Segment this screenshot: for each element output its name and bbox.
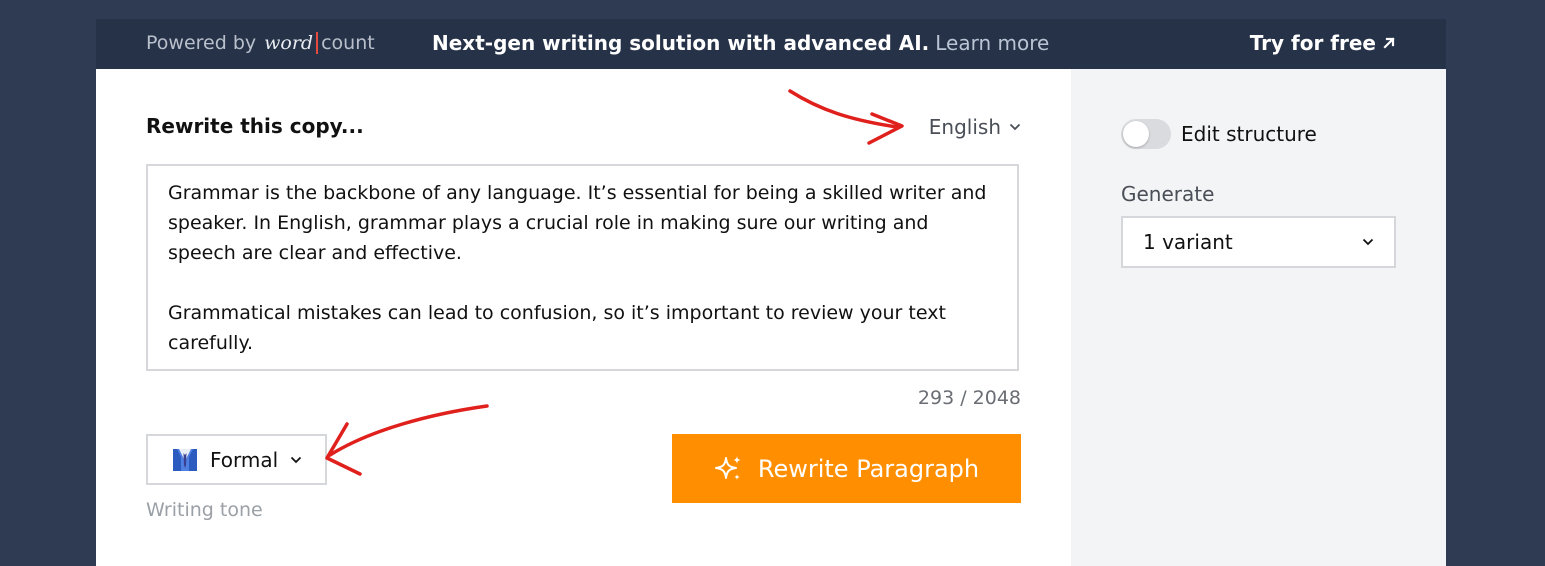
formal-suit-icon <box>173 448 197 471</box>
rewrite-paragraph-button[interactable]: Rewrite Paragraph <box>672 434 1021 503</box>
learn-more-link[interactable]: Learn more <box>935 31 1049 55</box>
rewrite-button-label: Rewrite Paragraph <box>757 454 980 483</box>
edit-structure-toggle[interactable] <box>1121 119 1171 149</box>
try-for-free-link[interactable]: Try for free <box>1250 31 1396 55</box>
powered-by[interactable]: Powered by word count <box>146 32 375 54</box>
chevron-down-icon <box>1362 238 1374 246</box>
promo-text: Next-gen writing solution with advanced … <box>432 31 930 55</box>
options-panel: Edit structure Generate 1 variant <box>1071 69 1446 566</box>
arrow-up-right-icon <box>1383 37 1395 49</box>
source-text-input[interactable]: Grammar is the backbone of any language.… <box>146 164 1019 371</box>
sparkles-icon <box>714 455 741 480</box>
powered-by-label: Powered by <box>146 32 257 54</box>
brand-logo-cursor <box>316 32 319 54</box>
writing-tone-label: Writing tone <box>146 499 263 521</box>
generate-label: Generate <box>1121 182 1215 206</box>
try-for-free-label: Try for free <box>1249 31 1376 55</box>
character-counter: 293 / 2048 <box>917 387 1021 409</box>
chevron-down-icon <box>1009 123 1021 131</box>
language-value: English <box>928 115 1001 139</box>
edit-structure-row[interactable]: Edit structure <box>1121 119 1317 149</box>
rewriter-card: Powered by word count Next-gen writing s… <box>96 19 1446 566</box>
brand-logo-word: word <box>264 32 314 54</box>
writing-tone-select[interactable]: Formal <box>146 434 327 485</box>
tone-value: Formal <box>210 447 279 472</box>
promo-message: Next-gen writing solution with advanced … <box>432 31 1049 55</box>
brand-logo-count: count <box>321 32 375 54</box>
variant-count-select[interactable]: 1 variant <box>1121 216 1396 268</box>
editor-panel: Rewrite this copy... English Grammar is … <box>96 69 1071 566</box>
variant-value: 1 variant <box>1143 230 1233 254</box>
toggle-knob <box>1123 121 1149 147</box>
top-banner: Powered by word count Next-gen writing s… <box>96 19 1446 69</box>
chevron-down-icon <box>291 456 302 463</box>
editor-title: Rewrite this copy... <box>146 114 364 138</box>
edit-structure-label: Edit structure <box>1181 122 1317 146</box>
language-select[interactable]: English <box>929 115 1021 139</box>
